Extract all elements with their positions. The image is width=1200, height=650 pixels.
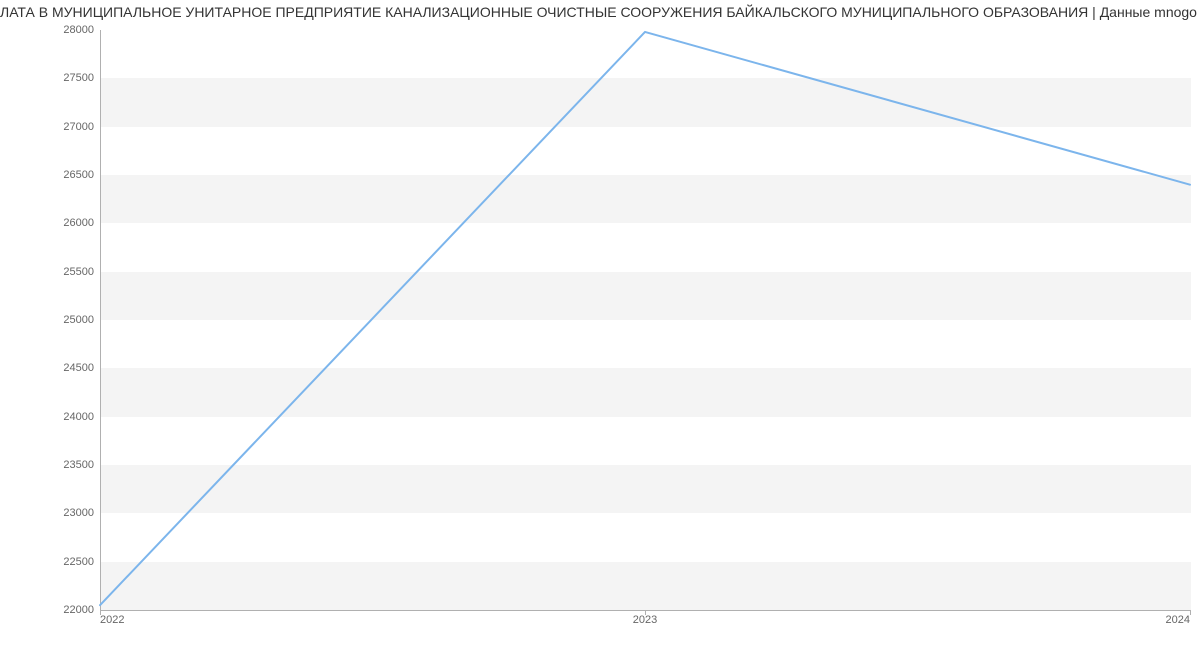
y-tick-label: 24500	[63, 362, 94, 374]
y-tick-label: 25500	[63, 266, 94, 278]
x-tick-mark	[100, 610, 101, 615]
x-tick-label: 2024	[1166, 614, 1190, 626]
chart-container: ЛАТА В МУНИЦИПАЛЬНОЕ УНИТАРНОЕ ПРЕДПРИЯТ…	[0, 0, 1200, 650]
chart-title: ЛАТА В МУНИЦИПАЛЬНОЕ УНИТАРНОЕ ПРЕДПРИЯТ…	[0, 4, 1200, 20]
line-series	[100, 30, 1190, 610]
y-tick-label: 24000	[63, 411, 94, 423]
y-tick-label: 26000	[63, 217, 94, 229]
x-tick-mark	[1190, 610, 1191, 615]
y-tick-label: 28000	[63, 24, 94, 36]
y-tick-label: 22000	[63, 604, 94, 616]
y-tick-label: 22500	[63, 556, 94, 568]
y-tick-label: 27500	[63, 72, 94, 84]
y-tick-label: 23500	[63, 459, 94, 471]
x-tick-label: 2022	[100, 614, 124, 626]
y-tick-label: 25000	[63, 314, 94, 326]
x-tick-label: 2023	[633, 614, 657, 626]
y-tick-label: 26500	[63, 169, 94, 181]
x-tick-mark	[645, 610, 646, 615]
y-tick-label: 23000	[63, 507, 94, 519]
y-tick-label: 27000	[63, 121, 94, 133]
